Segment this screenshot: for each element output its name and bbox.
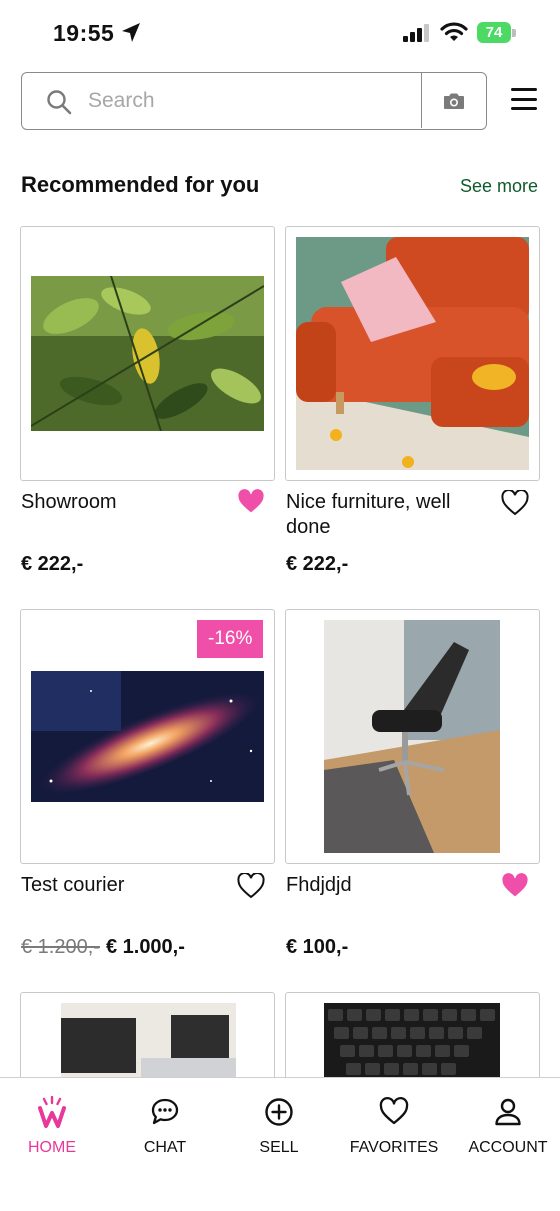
home-logo-icon <box>38 1096 66 1128</box>
nav-item-sell[interactable]: SELL <box>223 1096 335 1160</box>
menu-hamburger-icon[interactable] <box>511 88 537 110</box>
search-input[interactable] <box>88 85 418 117</box>
product-title[interactable]: Nice furniture, well done <box>286 490 486 540</box>
favorite-heart-filled-icon[interactable] <box>237 489 265 515</box>
product-title[interactable]: Showroom <box>21 490 231 515</box>
section-title: Recommended for you <box>21 172 260 197</box>
sale-price: € 1.000,- <box>105 936 185 958</box>
product-title[interactable]: Fhdjdjd <box>286 873 486 898</box>
nav-item-favorites[interactable]: FAVORITES <box>338 1096 450 1160</box>
chat-icon <box>151 1098 179 1125</box>
favorite-heart-outline-icon[interactable] <box>237 873 265 899</box>
battery-level: 74 <box>485 24 503 41</box>
search-bar <box>21 72 487 130</box>
plus-circle-icon <box>265 1098 293 1126</box>
nav-label: SELL <box>259 1139 299 1156</box>
product-price: € 1.200,- € 1.000,- <box>21 936 185 959</box>
product-price: € 222,- <box>21 553 84 575</box>
nav-label: ACCOUNT <box>468 1139 548 1156</box>
office-chair-image <box>324 620 500 853</box>
nav-item-chat[interactable]: CHAT <box>109 1096 221 1160</box>
product-image-fhdjdjd[interactable] <box>285 609 540 864</box>
discount-badge: -16% <box>197 620 264 658</box>
galaxy-image <box>31 671 264 802</box>
product-image-furniture[interactable] <box>285 226 540 481</box>
heart-icon <box>379 1097 409 1125</box>
plant-leaves-image <box>31 276 264 431</box>
person-icon <box>495 1098 521 1126</box>
product-title[interactable]: Test courier <box>21 873 221 898</box>
wifi-icon <box>440 22 468 41</box>
orange-sofa-image <box>296 237 529 470</box>
nav-label: HOME <box>28 1139 76 1156</box>
nav-item-account[interactable]: ACCOUNT <box>452 1096 560 1160</box>
camera-search-button[interactable] <box>421 73 486 128</box>
see-more-link[interactable]: See more <box>460 176 538 197</box>
nav-label: CHAT <box>143 1139 187 1156</box>
favorite-heart-filled-icon[interactable] <box>501 873 529 899</box>
location-arrow-icon <box>122 23 140 42</box>
product-price: € 222,- <box>286 553 349 575</box>
battery-indicator: 74 <box>477 22 517 44</box>
nav-label: FAVORITES <box>349 1139 439 1156</box>
favorite-heart-outline-icon[interactable] <box>501 490 529 516</box>
status-bar: 19:55 74 <box>0 0 560 60</box>
product-price: € 100,- <box>286 936 349 958</box>
camera-icon <box>444 93 464 109</box>
product-image-showroom[interactable] <box>20 226 275 481</box>
nav-item-home[interactable]: HOME <box>0 1096 108 1160</box>
status-time: 19:55 <box>53 20 115 46</box>
search-icon <box>47 90 72 115</box>
cellular-signal-icon <box>403 24 429 42</box>
bottom-navigation: HOME CHAT SELL FAVORITES ACCOUNT <box>0 1077 560 1211</box>
original-price: € 1.200,- <box>21 936 100 958</box>
